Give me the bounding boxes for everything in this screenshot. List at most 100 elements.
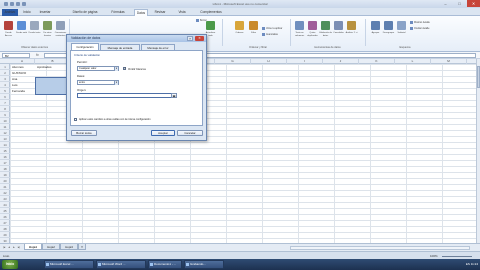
tab-vista[interactable]: Vista [176,9,188,16]
criteria-label: Criterio de validación [74,53,101,57]
window-title: Libro1 - Microsoft Excel uso no comercia… [212,2,268,6]
group-label-sort-filter: Ordenar y filtrar [248,46,268,49]
taskbar: Inicio Microsoft Excel ... Microsoft Wor… [0,259,480,270]
tab-inicio[interactable]: Inicio [20,9,34,16]
duplicates-icon [308,21,317,30]
data-select[interactable]: entre ▾ [77,80,119,85]
grid-cell[interactable]: Fernanda [11,88,35,94]
sheet-tab-1[interactable]: Hoja1 [24,244,42,250]
recorder-app-icon [186,263,189,266]
group-label-external-data: Obtener datos externos [20,46,49,49]
collapse-dialog-icon[interactable]: ▣ [171,93,177,98]
what-if-button[interactable]: Análisis Y si [346,19,357,39]
new-sheet-icon[interactable]: ✦ [78,244,86,250]
ribbon-separator [290,19,291,46]
text-to-columns-button[interactable]: Texto en columnas [294,19,305,39]
tab-revisar[interactable]: Revisar [152,9,168,16]
show-detail-icon [410,20,413,24]
data-label: Datos: [77,74,86,78]
taskbar-item-word[interactable]: Microsoft Word ... [96,260,146,269]
reapply-item[interactable]: Volver a aplicar [262,26,282,31]
help-button[interactable]: ? [187,36,193,41]
cancel-button[interactable]: Cancelar [177,130,203,136]
tab-formulas[interactable]: Fórmulas [108,9,128,16]
ignore-blank-checkbox[interactable]: ✓ [123,67,126,70]
group-label-data-tools: Herramientas de datos [314,46,341,49]
status-bar: Listo 100% [0,251,480,259]
data-validation-dialog: Validación de datos ? ✕ Configuración Me… [66,34,207,141]
tab-diseno-pagina[interactable]: Diseño de página [66,9,104,16]
fx-icon[interactable]: fx [36,53,39,57]
tab-complementos[interactable]: Complementos [196,9,226,16]
ok-button[interactable]: Aceptar [151,130,175,136]
from-web-button[interactable]: Desde web [16,19,27,39]
show-detail-item[interactable]: Mostrar detalle [410,20,430,25]
allow-label: Permitir: [77,60,88,64]
from-text-button[interactable]: Desde texto [29,19,40,39]
allow-select[interactable]: Cualquier valor ▾ [77,66,119,71]
start-button[interactable]: Inicio [2,260,18,269]
reapply-icon [262,26,265,30]
sheet-tab-3[interactable]: Hoja3 [60,244,78,250]
apply-all-checkbox[interactable] [74,118,77,121]
selected-range[interactable] [35,77,67,95]
clear-filter-item[interactable]: Borrar [196,18,207,23]
title-bar: Libro1 - Microsoft Excel uso no comercia… [0,0,480,8]
ungroup-button[interactable]: Desagrupar [383,19,394,39]
subtotal-button[interactable]: Subtotal [396,19,407,39]
source-input[interactable] [77,93,177,98]
prev-sheet-icon[interactable]: ◂ [7,245,11,250]
access-icon [4,21,13,30]
tab-configuracion[interactable]: Configuración [71,43,99,50]
database-icon [43,21,52,30]
from-access-button[interactable]: Desde Access [3,19,14,39]
subtotal-icon [397,21,406,30]
last-sheet-icon[interactable]: ▸| [17,245,21,250]
advanced-item[interactable]: Avanzadas [262,32,278,37]
excel-window: Libro1 - Microsoft Excel uso no comercia… [0,0,480,270]
filter-button[interactable]: Filtro [248,19,259,39]
filter-icon [249,21,258,30]
ignore-blank-label: Omitir blancos [128,67,146,71]
first-sheet-icon[interactable]: |◂ [2,245,6,250]
validation-icon [321,21,330,30]
remove-duplicates-button[interactable]: Quitar duplicados [307,19,318,39]
taskbar-item-document[interactable]: Documento1 - ... [148,260,182,269]
taskbar-item-recorder[interactable]: Grabando... [184,260,224,269]
connections-icon [56,21,65,30]
data-validation-button[interactable]: Validación de datos [319,19,332,39]
text-file-icon [30,21,39,30]
minimize-button[interactable]: – [439,0,452,7]
group-button[interactable]: Agrupar [370,19,381,39]
existing-connections-button[interactable]: Conexiones existentes [55,19,66,39]
apply-all-label: Aplicar estos cambios a otras celdas con… [79,118,151,121]
columns-icon [295,21,304,30]
dialog-body: Criterio de validación Permitir: Cualqui… [70,50,203,126]
dialog-title: Validación de datos [67,35,206,42]
chevron-down-icon: ▾ [114,81,118,85]
maximize-button[interactable]: □ [453,0,466,7]
ribbon-separator [365,19,366,46]
source-label: Origen: [77,88,87,92]
taskbar-item-excel[interactable]: Microsoft Excel ... [44,260,94,269]
consolidate-button[interactable]: Consolidar [333,19,344,39]
group-icon [371,21,380,30]
refresh-icon [206,21,215,30]
system-tray-clock[interactable]: ES 11:24 [440,260,478,269]
sort-button[interactable]: Ordenar [234,19,245,39]
clear-all-button[interactable]: Borrar todos [71,130,97,136]
hide-detail-icon [410,26,413,30]
close-button[interactable]: ✕ [467,0,480,7]
name-box[interactable]: B2 [2,53,30,58]
tab-insertar[interactable]: Insertar [36,9,54,16]
sheet-tab-2[interactable]: Hoja2 [42,244,60,250]
horizontal-scrollbar[interactable] [290,246,470,250]
hide-detail-item[interactable]: Ocultar detalle [410,26,429,31]
next-sheet-icon[interactable]: ▸ [12,245,16,250]
zoom-slider[interactable] [442,256,472,257]
tab-archivo[interactable]: Archivo [2,9,18,16]
dialog-close-button[interactable]: ✕ [195,36,204,41]
tab-datos[interactable]: Datos [134,9,148,16]
other-sources-button[interactable]: De otras fuentes [42,19,53,39]
ribbon-separator [222,19,223,46]
